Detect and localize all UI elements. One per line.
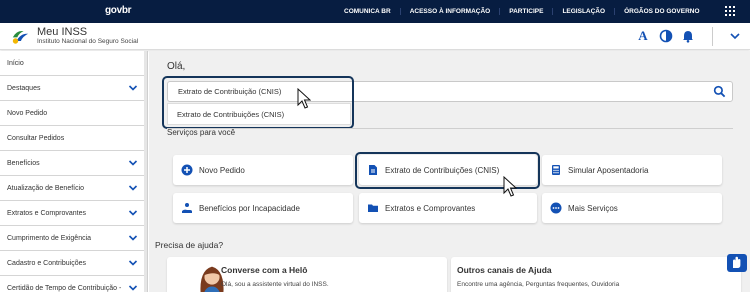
chevron-down-icon — [128, 85, 138, 91]
service-label: Benefícios por Incapacidade — [199, 203, 300, 213]
sidebar-item-label: Benefícios — [7, 159, 40, 167]
help-panel-outros-canais[interactable]: Outros canais de Ajuda Encontre uma agên… — [451, 257, 741, 292]
hand-person-icon — [182, 203, 192, 213]
accessibility-hand-icon[interactable] — [727, 254, 747, 272]
sidebar: Início Destaques Novo Pedido Consultar P… — [0, 51, 148, 292]
sidebar-item-destaques[interactable]: Destaques — [0, 76, 147, 101]
service-novo-pedido[interactable]: Novo Pedido — [173, 155, 353, 185]
chevron-down-icon — [128, 260, 138, 266]
gov-link-acesso-informacao[interactable]: ACESSO À INFORMAÇÃO — [399, 8, 500, 15]
mouse-cursor-icon — [503, 176, 517, 197]
ellipsis-circle-icon — [550, 202, 562, 214]
outros-canais-subtitle: Encontre uma agência, Perguntas frequent… — [457, 281, 620, 288]
gov-link-participe[interactable]: PARTICIPE — [499, 8, 552, 15]
gov-link-orgaos[interactable]: ÓRGÃOS DO GOVERNO — [614, 8, 708, 15]
search-highlight-outline — [162, 76, 354, 129]
app-header: Meu INSS Instituto Nacional do Seguro So… — [0, 23, 750, 50]
gov-link-legislacao[interactable]: LEGISLAÇÃO — [552, 8, 614, 15]
sidebar-item-label: Certidão de Tempo de Contribuição - — [7, 284, 122, 292]
chevron-down-icon — [128, 235, 138, 241]
sidebar-item-novo-pedido[interactable]: Novo Pedido — [0, 101, 147, 126]
sidebar-item-label: Início — [7, 59, 24, 67]
helo-title: Converse com a Helô — [221, 265, 308, 275]
font-size-icon[interactable]: A — [636, 29, 650, 43]
app-subtitle: Instituto Nacional do Seguro Social — [37, 38, 139, 45]
sidebar-item-consultar-pedidos[interactable]: Consultar Pedidos — [0, 126, 147, 151]
gov-links: COMUNICA BR ACESSO À INFORMAÇÃO PARTICIP… — [335, 0, 709, 23]
services-title: Serviços para você — [167, 128, 236, 137]
apps-grid-icon[interactable] — [725, 6, 735, 16]
gov-link-comunica[interactable]: COMUNICA BR — [335, 8, 400, 15]
sidebar-item-inicio[interactable]: Início — [0, 51, 147, 76]
gov-bar: govbr COMUNICA BR ACESSO À INFORMAÇÃO PA… — [0, 0, 750, 23]
sidebar-item-atualizacao-beneficio[interactable]: Atualização de Benefício — [0, 176, 147, 201]
sidebar-item-extratos[interactable]: Extratos e Comprovantes — [0, 201, 147, 226]
service-label: Extratos e Comprovantes — [385, 203, 476, 213]
bell-icon[interactable] — [681, 29, 695, 43]
service-label: Simular Aposentadoria — [568, 165, 649, 175]
sidebar-item-label: Novo Pedido — [7, 109, 48, 117]
plus-circle-icon — [181, 164, 193, 176]
chevron-down-icon — [128, 285, 138, 291]
sidebar-item-certidao[interactable]: Certidão de Tempo de Contribuição - — [0, 276, 147, 292]
mouse-cursor-icon — [297, 88, 311, 109]
service-mais-servicos[interactable]: Mais Serviços — [542, 193, 722, 223]
folder-icon — [368, 204, 378, 212]
chevron-down-icon — [128, 210, 138, 216]
inss-logo-icon — [12, 31, 29, 44]
sidebar-item-exigencia[interactable]: Cumprimento de Exigência — [0, 226, 147, 251]
service-label: Novo Pedido — [199, 165, 245, 175]
header-divider — [712, 27, 713, 46]
help-panel-helo[interactable]: Converse com a Helô Olá, sou a assistent… — [167, 257, 447, 292]
contrast-icon[interactable] — [659, 29, 673, 43]
search-icon[interactable] — [713, 85, 726, 98]
service-label: Mais Serviços — [568, 203, 618, 213]
sidebar-item-label: Extratos e Comprovantes — [7, 209, 86, 217]
sidebar-item-label: Consultar Pedidos — [7, 134, 65, 142]
sidebar-item-label: Destaques — [7, 84, 41, 92]
help-title: Precisa de ajuda? — [155, 240, 224, 250]
service-beneficios-incapacidade[interactable]: Benefícios por Incapacidade — [173, 193, 353, 223]
service-simular-aposentadoria[interactable]: Simular Aposentadoria — [542, 155, 722, 185]
helo-subtitle: Olá, sou a assistente virtual do INSS. — [221, 281, 329, 288]
chevron-down-icon[interactable] — [728, 29, 742, 43]
section-divider — [167, 128, 733, 129]
sidebar-item-label: Cadastro e Contribuições — [7, 259, 86, 267]
sidebar-scrollbar[interactable] — [144, 51, 147, 292]
greeting: Olá, — [167, 61, 186, 72]
main-content: Olá, Extrato de Contribuição (CNIS) Extr… — [149, 51, 750, 292]
sidebar-item-label: Atualização de Benefício — [7, 184, 85, 192]
sidebar-item-beneficios[interactable]: Benefícios — [0, 151, 147, 176]
chevron-down-icon — [128, 160, 138, 166]
outros-canais-title: Outros canais de Ajuda — [457, 265, 552, 275]
chevron-down-icon — [128, 185, 138, 191]
sidebar-item-cadastro[interactable]: Cadastro e Contribuições — [0, 251, 147, 276]
govbr-logo[interactable]: govbr — [105, 5, 132, 16]
calculator-icon — [552, 165, 560, 175]
app-title: Meu INSS — [37, 26, 88, 38]
sidebar-item-label: Cumprimento de Exigência — [7, 234, 92, 242]
